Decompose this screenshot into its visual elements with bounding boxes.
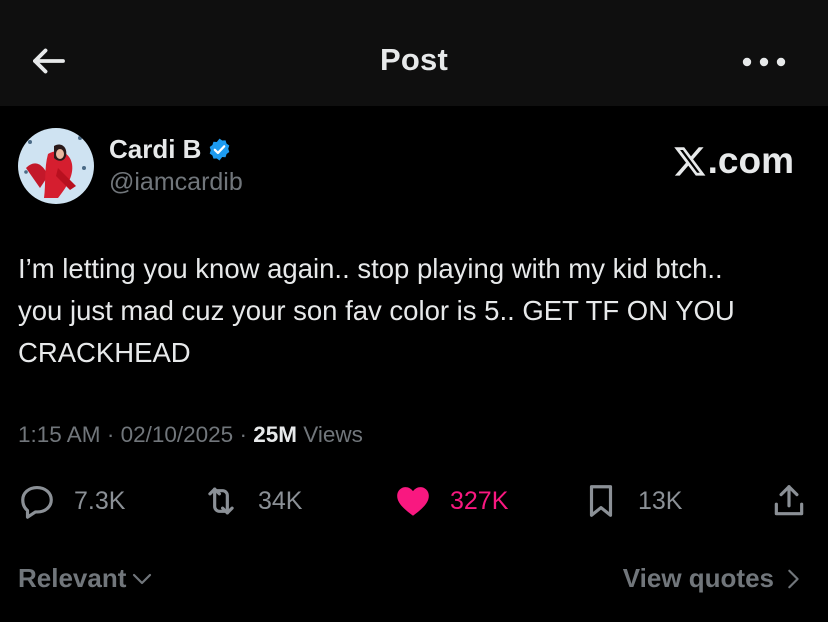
share-icon (774, 485, 804, 516)
bookmark-icon (589, 485, 613, 517)
top-bar: Post (0, 0, 828, 106)
repost-count: 34K (258, 486, 303, 515)
heart-filled-icon (397, 487, 429, 516)
chevron-right-icon (788, 569, 799, 588)
repost-icon (208, 487, 234, 515)
avatar[interactable] (18, 128, 94, 204)
chevron-down-icon (133, 573, 152, 584)
post-date[interactable]: 02/10/2025 (121, 422, 234, 447)
like-button[interactable]: 327K (394, 480, 508, 522)
tweet-text: I’m letting you know again.. stop playin… (18, 248, 808, 374)
post-meta: 1:15 AM · 02/10/2025 · 25M Views (18, 422, 363, 448)
sort-replies-dropdown[interactable]: Relevant (18, 563, 154, 594)
reply-icon (21, 485, 53, 519)
share-button[interactable] (770, 480, 808, 522)
meta-separator: · (233, 422, 254, 447)
page-title: Post (380, 42, 448, 77)
meta-separator: · (100, 422, 121, 447)
reply-count: 7.3K (74, 486, 126, 515)
view-quotes-label: View quotes (622, 563, 774, 593)
author-display-name[interactable]: Cardi B (109, 134, 201, 165)
avatar-image (18, 128, 94, 204)
tweet-line: CRACKHEAD (18, 337, 191, 368)
post-time[interactable]: 1:15 AM (18, 422, 101, 447)
tweet-line: you just mad cuz your son fav color is 5… (18, 295, 735, 326)
like-count: 327K (450, 486, 509, 515)
bookmark-count: 13K (638, 486, 683, 515)
more-horizontal-icon (742, 57, 786, 67)
repost-button[interactable]: 34K (202, 480, 302, 522)
more-button[interactable] (740, 52, 788, 72)
source-logo: .com (673, 140, 794, 182)
sort-label: Relevant (18, 563, 127, 593)
verified-badge-icon (209, 138, 230, 161)
reply-button[interactable]: 7.3K (18, 480, 125, 522)
views-label: Views (296, 422, 363, 447)
author-handle[interactable]: @iamcardib (109, 168, 243, 197)
views-count[interactable]: 25M (253, 422, 297, 447)
x-logo-icon (673, 147, 706, 176)
tweet-line: I’m letting you know again.. stop playin… (18, 253, 723, 284)
view-quotes-link[interactable]: View quotes (623, 563, 804, 594)
source-label: .com (707, 140, 794, 181)
bookmark-button[interactable]: 13K (582, 480, 682, 522)
